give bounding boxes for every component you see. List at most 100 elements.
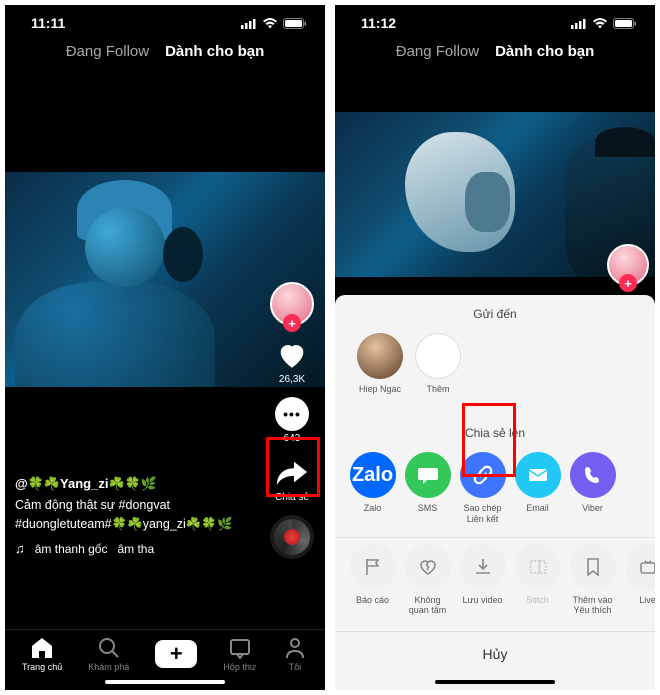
sound-disc[interactable] [270,515,314,559]
status-icons [241,18,307,29]
save-label: Lưu video [462,595,502,615]
send-to-title: Gửi đến [335,295,655,329]
send-more[interactable]: › Thêm [409,333,467,404]
nav-home[interactable]: Trang chủ [22,636,62,672]
author-avatar[interactable]: + [607,244,649,286]
profile-icon [282,636,308,660]
status-bar: 11:11 [5,5,325,35]
nav-me-label: Tôi [289,662,302,672]
action-live[interactable]: Live [620,544,655,617]
home-indicator [105,680,225,684]
action-row[interactable]: Báo cáo Không quan tâm Lưu video Stitch … [335,540,655,627]
like-button[interactable]: 26,3K [275,338,309,385]
action-not-interested[interactable]: Không quan tâm [400,544,455,617]
stitch-icon [515,544,561,590]
share-email[interactable]: Email [510,452,565,525]
action-report[interactable]: Báo cáo [345,544,400,617]
feed-tabs: Đang Follow Dành cho bạn [335,35,655,72]
friend-label: Hiep Ngac [359,384,401,404]
tab-for-you[interactable]: Dành cho bạn [495,43,594,60]
like-count: 26,3K [279,374,305,385]
music-text-1: âm thanh gốc [35,540,108,559]
status-icons [571,18,637,29]
inbox-icon [227,636,253,660]
video-caption: @🍀☘️Yang_zi☘️🍀🌿 Cảm động thật sự #dongva… [15,474,255,559]
nav-create[interactable]: + [155,640,197,668]
nav-inbox-label: Hộp thư [223,662,256,672]
viber-label: Viber [582,503,603,523]
nav-discover[interactable]: Khám phá [88,636,129,672]
action-stitch: Stitch [510,544,565,617]
caption-line-1: Cảm động thật sự #dongvat [15,496,255,515]
author-avatar[interactable]: + [270,282,314,326]
wifi-icon [262,18,278,29]
live-icon [625,544,656,590]
status-bar: 11:12 [335,5,655,35]
favorite-label: Thêm vào Yêu thích [572,595,612,617]
sms-label: SMS [418,503,438,523]
home-icon [29,636,55,660]
status-time: 11:11 [31,15,65,31]
email-icon [515,452,561,498]
nav-discover-label: Khám phá [88,662,129,672]
zalo-icon: Zalo [350,452,396,498]
tab-for-you[interactable]: Dành cho bạn [165,43,264,60]
tab-following[interactable]: Đang Follow [396,43,479,60]
plus-icon: + [155,640,197,668]
send-to-row[interactable]: Hiep Ngac › Thêm [335,329,655,414]
email-label: Email [526,503,549,523]
home-indicator [435,680,555,684]
bottom-nav: Trang chủ Khám phá + Hộp thư Tôi [5,629,325,676]
not-interested-label: Không quan tâm [409,595,447,617]
viber-icon [570,452,616,498]
comment-icon: ••• [275,397,309,431]
music-text-2: âm tha [117,540,154,559]
copylink-label: Sao chép Liên kết [463,503,501,525]
follow-plus-icon[interactable]: + [619,274,637,292]
bookmark-icon [570,544,616,590]
heart-icon [275,338,309,372]
share-sheet: Gửi đến Hiep Ngac › Thêm Chia sẻ lên Zal… [335,295,655,690]
music-row[interactable]: ♫ âm thanh gốc âm tha [15,539,255,559]
caption-line-2: #duongletuteam#🍀☘️yang_zi☘️🍀🌿 [15,515,255,534]
share-sms[interactable]: SMS [400,452,455,525]
broken-heart-icon [405,544,451,590]
chevron-right-icon: › [415,333,461,379]
sms-icon [405,452,451,498]
share-zalo[interactable]: Zalo Zalo [345,452,400,525]
stitch-label: Stitch [526,595,549,615]
caption-username[interactable]: @🍀☘️Yang_zi☘️🍀🌿 [15,474,255,494]
nav-home-label: Trang chủ [22,662,62,672]
nav-inbox[interactable]: Hộp thư [223,636,256,672]
feed-tabs: Đang Follow Dành cho bạn [5,35,325,72]
search-icon [96,636,122,660]
status-time: 11:12 [361,15,396,31]
battery-icon [613,18,637,29]
action-favorite[interactable]: Thêm vào Yêu thích [565,544,620,617]
phone-screen-left: 11:11 Đang Follow Dành cho bạn + 26,3K [5,5,325,690]
download-icon [460,544,506,590]
friend-avatar [357,333,403,379]
music-note-icon: ♫ [15,539,25,559]
wifi-icon [592,18,608,29]
flag-icon [350,544,396,590]
video-area[interactable]: + 26,3K ••• 643 Chia sẻ @🍀☘️Yang_zi☘️🍀🌿 … [5,72,325,629]
live-label: Live [639,595,655,615]
report-label: Báo cáo [356,595,389,615]
battery-icon [283,18,307,29]
cancel-button[interactable]: Hủy [335,631,655,676]
more-label: Thêm [426,384,449,404]
highlight-box-share [266,437,320,497]
action-save-video[interactable]: Lưu video [455,544,510,617]
highlight-box-copy-link [462,403,516,477]
tab-following[interactable]: Đang Follow [66,43,149,60]
zalo-label: Zalo [364,503,382,523]
send-friend[interactable]: Hiep Ngac [351,333,409,404]
follow-plus-icon[interactable]: + [283,314,301,332]
nav-me[interactable]: Tôi [282,636,308,672]
phone-screen-right: 11:12 Đang Follow Dành cho bạn + Gửi đến [335,5,655,690]
share-viber[interactable]: Viber [565,452,620,525]
cellular-icon [571,18,587,29]
action-rail: + 26,3K ••• 643 Chia sẻ [265,282,319,559]
cellular-icon [241,18,257,29]
